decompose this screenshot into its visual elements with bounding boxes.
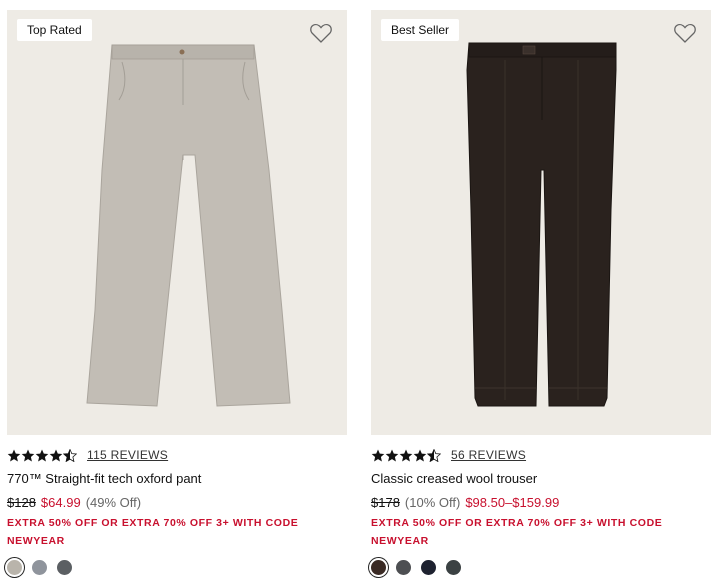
star-icon (371, 449, 385, 461)
wool-trouser-image (466, 42, 617, 407)
heart-icon[interactable] (673, 22, 697, 44)
badge-best-seller: Best Seller (381, 19, 460, 41)
color-swatch[interactable] (446, 560, 461, 575)
half-star-icon (63, 448, 77, 462)
sale-price: $98.50–$159.99 (465, 495, 560, 510)
color-swatches (371, 560, 461, 575)
original-price: $128 (7, 495, 36, 510)
product-title[interactable]: Classic creased wool trouser (371, 471, 537, 486)
promo-code: NEWYEAR (371, 535, 429, 547)
badge-top-rated: Top Rated (17, 19, 92, 41)
price-row: $128 $64.99 (49% Off) (7, 495, 141, 510)
product-card[interactable]: Best Seller 56 REVIEWS Classic creased w… (371, 10, 711, 575)
product-title[interactable]: 770™ Straight-fit tech oxford pant (7, 471, 201, 486)
color-swatch[interactable] (32, 560, 47, 575)
heart-icon[interactable] (309, 22, 333, 44)
discount-percent: (49% Off) (85, 495, 142, 510)
star-rating (371, 448, 441, 462)
chino-pant-image (86, 44, 291, 407)
rating-row: 56 REVIEWS (371, 447, 526, 463)
promo-code: NEWYEAR (7, 535, 65, 547)
product-image[interactable]: Best Seller (371, 10, 711, 435)
color-swatch[interactable] (7, 560, 22, 575)
star-icon (385, 449, 399, 461)
star-icon (399, 449, 413, 461)
star-icon (7, 449, 21, 461)
half-star-icon (427, 448, 441, 462)
color-swatch[interactable] (57, 560, 72, 575)
star-icon (49, 449, 63, 461)
color-swatch[interactable] (396, 560, 411, 575)
sale-price: $64.99 (40, 495, 81, 510)
reviews-link[interactable]: 56 REVIEWS (451, 448, 526, 462)
product-card[interactable]: Top Rated 115 REVIEWS 770™ Straight-fit … (7, 10, 347, 575)
star-rating (7, 448, 77, 462)
color-swatch[interactable] (371, 560, 386, 575)
color-swatches (7, 560, 72, 575)
color-swatch[interactable] (421, 560, 436, 575)
star-icon (413, 449, 427, 461)
star-icon (35, 449, 49, 461)
reviews-link[interactable]: 115 REVIEWS (87, 448, 168, 462)
rating-row: 115 REVIEWS (7, 447, 168, 463)
star-icon (21, 449, 35, 461)
original-price: $178 (371, 495, 400, 510)
promo-text: EXTRA 50% OFF OR EXTRA 70% OFF 3+ WITH C… (7, 517, 299, 529)
price-row: $178 (10% Off) $98.50–$159.99 (371, 495, 559, 510)
product-image[interactable]: Top Rated (7, 10, 347, 435)
discount-percent: (10% Off) (404, 495, 461, 510)
promo-text: EXTRA 50% OFF OR EXTRA 70% OFF 3+ WITH C… (371, 517, 663, 529)
